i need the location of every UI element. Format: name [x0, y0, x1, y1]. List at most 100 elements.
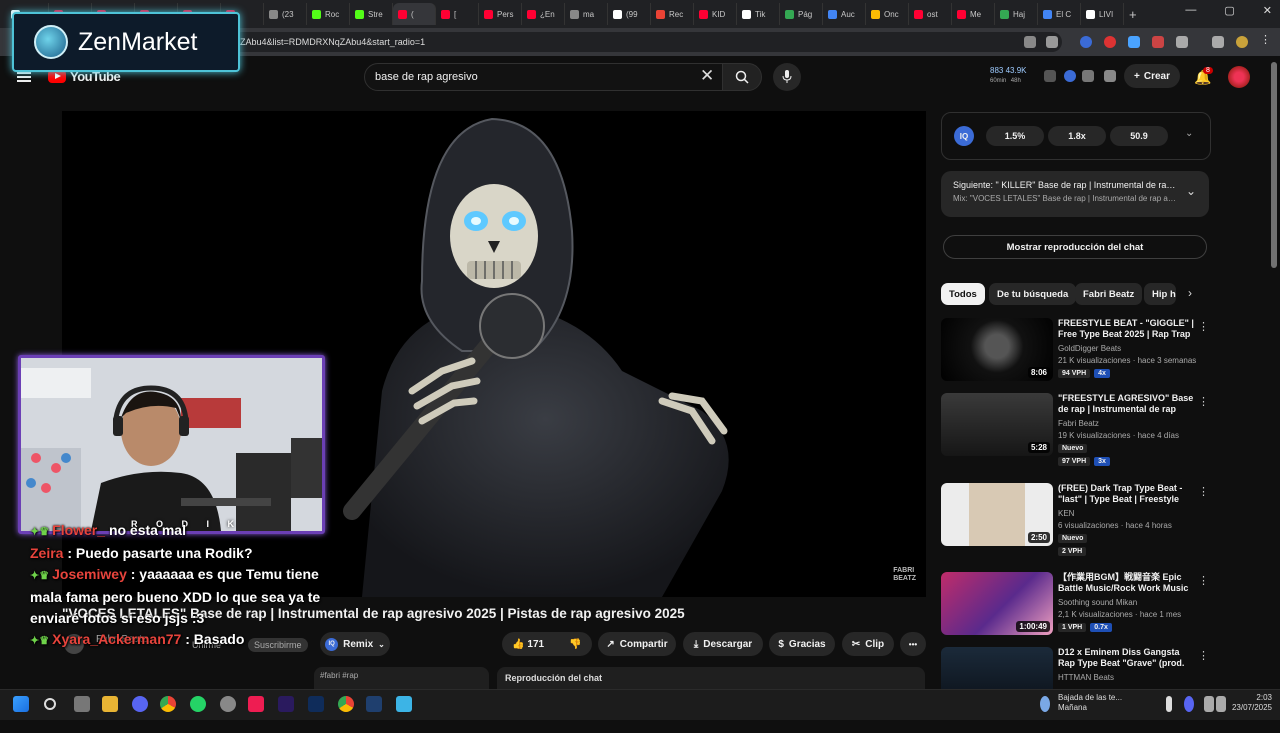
more-options-icon[interactable]: ⋮ [1198, 649, 1209, 662]
browser-tab[interactable]: Me [952, 3, 995, 25]
system-clock[interactable]: 2:03 23/07/2025 [1228, 693, 1272, 713]
file-explorer-icon[interactable] [102, 696, 118, 712]
new-tab-button[interactable]: + [1124, 3, 1142, 25]
profile-icon[interactable] [1236, 36, 1248, 48]
photoshop-icon[interactable] [308, 696, 324, 712]
browser-tab[interactable]: Stre [350, 3, 393, 25]
recommendation-channel[interactable]: Fabri Beatz [1058, 419, 1198, 428]
recommendation-item[interactable]: 2:50 (FREE) Dark Trap Type Beat - "last" … [941, 483, 1211, 569]
chip-all[interactable]: Todos [941, 283, 985, 305]
more-options-icon[interactable]: ⋮ [1198, 574, 1209, 587]
create-button[interactable]: + Crear [1124, 64, 1180, 88]
account-avatar[interactable] [1228, 66, 1250, 88]
extensions-puzzle-icon[interactable] [1176, 36, 1188, 48]
iq-icon[interactable] [1064, 70, 1076, 82]
volume-icon[interactable] [1216, 696, 1226, 712]
task-view-icon[interactable] [74, 696, 90, 712]
browser-tab[interactable]: (99 [608, 3, 651, 25]
description-box[interactable]: #fabri #rap [314, 667, 489, 689]
clip-button[interactable]: ✂ Clip [842, 632, 894, 656]
weather-icon[interactable] [1040, 696, 1050, 712]
recommendation-title[interactable]: (FREE) Dark Trap Type Beat - "last" | Ty… [1058, 483, 1198, 505]
browser-tab[interactable]: Auc [823, 3, 866, 25]
more-options-icon[interactable]: ⋮ [1198, 485, 1209, 498]
recommendation-item[interactable]: 1:00:49 【作業用BGM】戦闘音楽 Epic Battle Music/Ro… [941, 572, 1211, 658]
menu-icon[interactable] [17, 72, 31, 82]
share-button[interactable]: ↗ Compartir [598, 632, 676, 656]
extension-blue-icon[interactable] [1128, 36, 1140, 48]
browser-tab[interactable]: ost [909, 3, 952, 25]
recommendation-item[interactable]: 5:28 "FREESTYLE AGRESIVO" Base de rap | I… [941, 393, 1211, 479]
extension-iq-icon[interactable] [1080, 36, 1092, 48]
recommendation-channel[interactable]: Soothing sound Mikan [1058, 598, 1198, 607]
chrome-active-icon[interactable] [338, 696, 354, 712]
discord-tray-icon[interactable] [1184, 696, 1194, 712]
recommendation-thumbnail[interactable]: 2:50 [941, 483, 1053, 546]
windows-start-icon[interactable] [13, 696, 29, 712]
reading-list-icon[interactable] [1212, 36, 1224, 48]
browser-tab[interactable]: Pág [780, 3, 823, 25]
browser-tab[interactable]: Tik [737, 3, 780, 25]
clear-search-icon[interactable]: ✕ [700, 66, 714, 86]
extension-recorder-icon[interactable] [1152, 36, 1164, 48]
recommendation-title[interactable]: D12 x Eminem Diss Gangsta Rap Type Beat … [1058, 647, 1198, 669]
browser-tab[interactable]: Rec [651, 3, 694, 25]
recommendation-thumbnail[interactable]: 5:28 [941, 393, 1053, 456]
recommendation-title[interactable]: FREESTYLE BEAT - "GIGGLE" | Free Type Be… [1058, 318, 1198, 340]
more-options-icon[interactable]: ⋮ [1198, 395, 1209, 408]
search-input[interactable]: base de rap agresivo [364, 63, 724, 91]
browser-tab[interactable]: Roc [307, 3, 350, 25]
premiere-icon[interactable] [278, 696, 294, 712]
recommendation-channel[interactable]: GoldDigger Beats [1058, 344, 1198, 353]
browser-tab[interactable]: Pers [479, 3, 522, 25]
like-button[interactable]: 👍 171 [512, 639, 544, 650]
page-scrollbar[interactable] [1271, 62, 1277, 268]
dislike-button[interactable]: 👎 [569, 639, 581, 650]
minimize-button[interactable]: — [1185, 4, 1196, 17]
more-actions-button[interactable]: ••• [900, 632, 926, 656]
browser-tab[interactable]: Haj [995, 3, 1038, 25]
browser-menu-icon[interactable]: ⋮ [1260, 33, 1272, 46]
recommendation-title[interactable]: "FREESTYLE AGRESIVO" Base de rap | Instr… [1058, 393, 1198, 415]
iq-expand-chevron-icon[interactable]: ⌄ [1185, 128, 1193, 139]
maximize-button[interactable]: ▢ [1224, 4, 1234, 17]
browser-tab[interactable]: El C [1038, 3, 1081, 25]
browser-tab[interactable]: KID [694, 3, 737, 25]
taskbar-search-icon[interactable] [44, 698, 56, 710]
browser-tab[interactable]: Onc [866, 3, 909, 25]
thanks-button[interactable]: $ Gracias [769, 632, 835, 656]
network-icon[interactable] [1204, 696, 1214, 712]
audition-icon[interactable] [366, 696, 382, 712]
recommendation-channel[interactable]: HTTMAN Beats [1058, 673, 1198, 682]
recommendation-thumbnail[interactable]: 1:00:49 [941, 572, 1053, 635]
recommendation-title[interactable]: 【作業用BGM】戦闘音楽 Epic Battle Music/Rock Work… [1058, 572, 1198, 594]
download-button[interactable]: ⤓ Descargar [683, 632, 763, 656]
whatsapp-icon[interactable] [190, 696, 206, 712]
browser-tab[interactable]: [ [436, 3, 479, 25]
chip-hip-hop[interactable]: Hip h [1144, 283, 1176, 305]
chrome-icon[interactable] [160, 696, 176, 712]
grid-icon[interactable] [1044, 70, 1056, 82]
recommendation-channel[interactable]: KEN [1058, 509, 1198, 518]
browser-tab[interactable]: ¿En [522, 3, 565, 25]
browser-tab[interactable]: ( [393, 3, 436, 25]
recommendation-item[interactable]: 8:06 FREESTYLE BEAT - "GIGGLE" | Free Typ… [941, 318, 1211, 404]
browser-tab[interactable]: ma [565, 3, 608, 25]
bookmark-star-icon[interactable] [1046, 36, 1058, 48]
weather-widget[interactable]: Bajada de las te... Mañana [1058, 693, 1122, 713]
more-options-icon[interactable]: ⋮ [1198, 320, 1209, 333]
obs-icon[interactable] [220, 696, 236, 712]
voice-search-button[interactable] [773, 63, 801, 91]
cast-icon[interactable] [1024, 36, 1036, 48]
discord-icon[interactable] [132, 696, 148, 712]
url-field[interactable]: ZAbu4&list=RDMDRXNqZAbu4&start_radio=1 [232, 32, 1062, 52]
chips-next-chevron-icon[interactable]: › [1188, 286, 1192, 300]
up-next-box[interactable]: Siguiente: " KILLER" Base de rap | Instr… [941, 171, 1209, 217]
search-button[interactable] [722, 63, 762, 91]
chip-from-search[interactable]: De tu búsqueda [989, 283, 1077, 305]
show-chat-replay-button[interactable]: Mostrar reproducción del chat [943, 235, 1207, 259]
chip-fabri-beatz[interactable]: Fabri Beatz [1075, 283, 1143, 305]
list-icon[interactable] [1082, 70, 1094, 82]
extension-red-icon[interactable] [1104, 36, 1116, 48]
close-window-button[interactable]: ✕ [1263, 4, 1272, 17]
